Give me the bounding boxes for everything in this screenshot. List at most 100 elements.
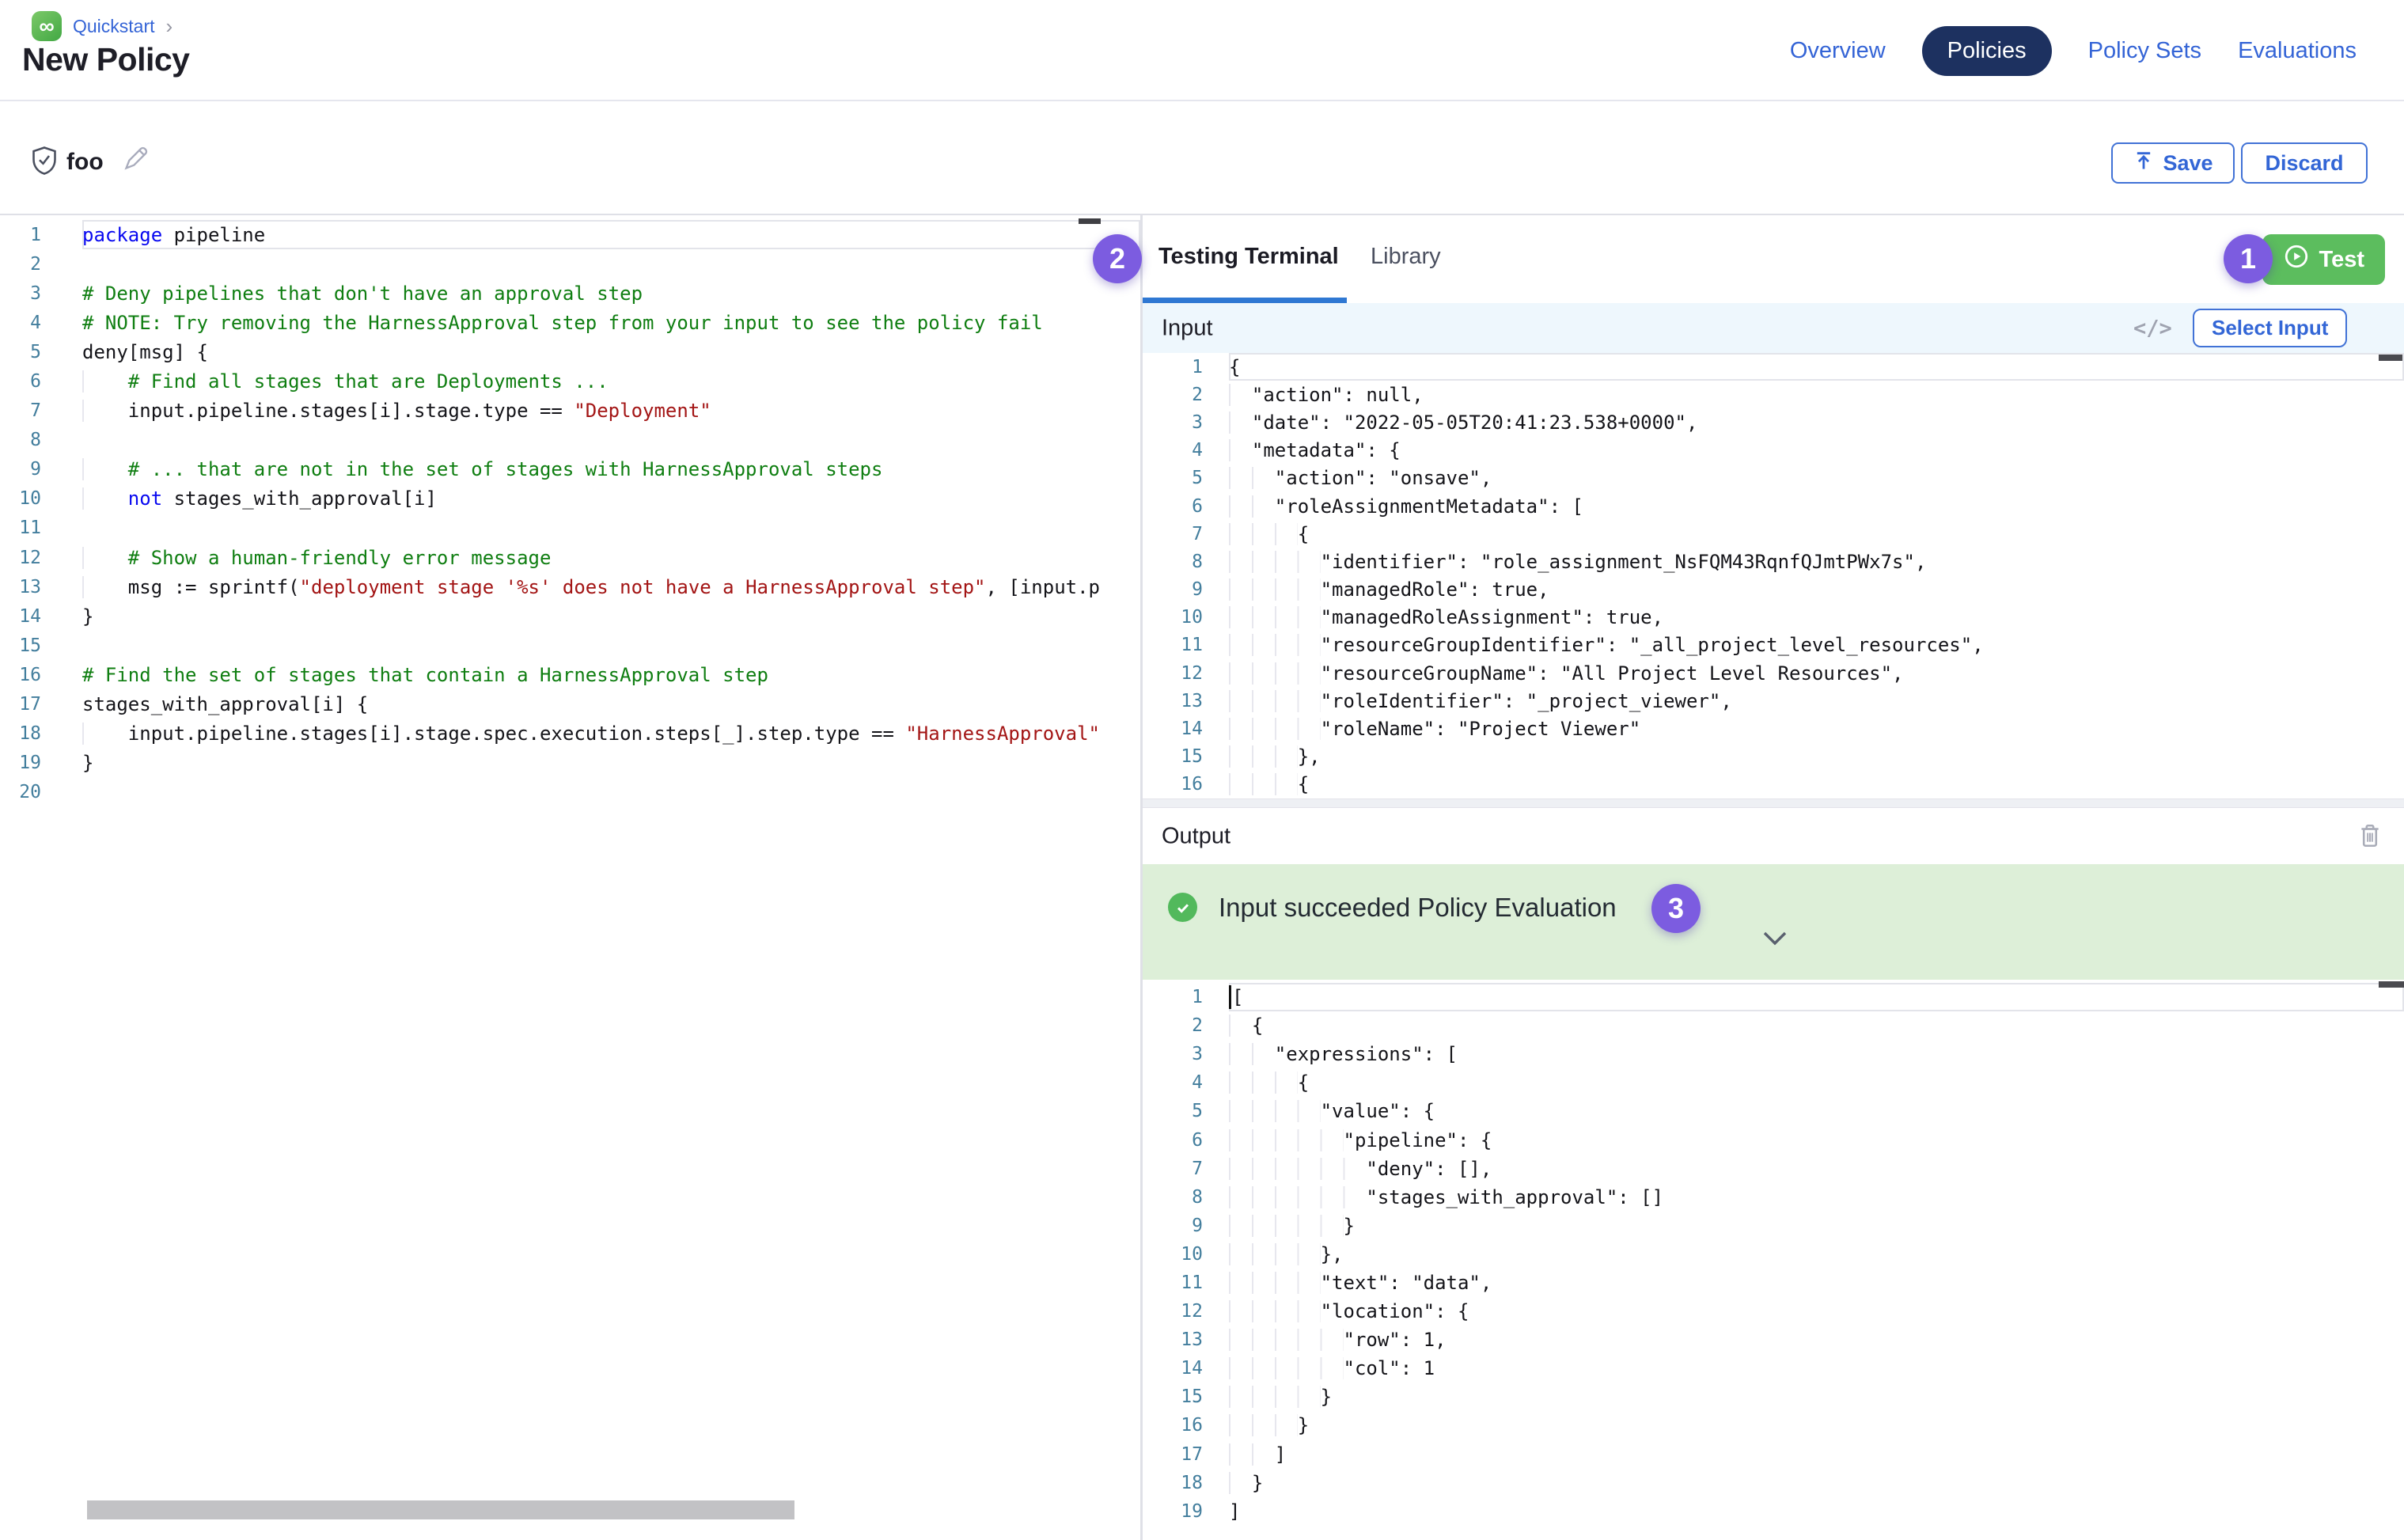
line-number: 12 [1143,1301,1203,1322]
code-line: 11 [0,514,1140,543]
tab-testing-terminal[interactable]: Testing Terminal [1158,244,1339,270]
line-number: 16 [1143,1415,1203,1436]
code-line: 14} [0,601,1140,631]
line-number: 3 [1143,1044,1203,1064]
line-number: 9 [1143,1216,1203,1236]
code-line: 5 "value": { [1143,1097,2404,1125]
edit-pencil-icon[interactable] [120,142,152,178]
code-line: 16# Find the set of stages that contain … [0,660,1140,689]
code-line: 15 [0,631,1140,660]
line-number: 1 [1143,987,1203,1007]
line-number: 15 [1143,746,1203,767]
line-number: 3 [1143,412,1203,433]
code-line: 14 "col": 1 [1143,1354,2404,1383]
input-editor[interactable]: 1{2 "action": null,3 "date": "2022-05-05… [1143,353,2404,798]
test-label: Test [2319,247,2364,273]
code-line: 18 input.pipeline.stages[i].stage.spec.e… [0,719,1140,749]
code-line: 16 } [1143,1411,2404,1439]
code-line: 10 not stages_with_approval[i] [0,484,1140,514]
chevron-down-icon[interactable] [1762,931,1788,950]
overview-ruler-mark [2379,981,2404,988]
policy-name: foo [66,149,104,176]
code-line: 8 "identifier": "role_assignment_NsFQM43… [1143,548,2404,575]
overview-ruler-mark [1079,218,1101,224]
harness-logo-icon: ∞ [32,11,62,41]
code-line: 3 "expressions": [ [1143,1040,2404,1068]
tab-evaluations[interactable]: Evaluations [2238,38,2357,64]
line-number: 7 [0,400,41,421]
line-number: 5 [1143,468,1203,488]
code-line: 20 [0,778,1140,807]
tab-policy-sets[interactable]: Policy Sets [2088,38,2201,64]
code-line: 1package pipeline [0,220,1140,249]
trash-icon[interactable] [2357,821,2383,855]
line-number: 15 [0,635,41,656]
code-line: 17 ] [1143,1440,2404,1469]
save-button[interactable]: Save [2111,142,2235,184]
code-line: 9 # ... that are not in the set of stage… [0,455,1140,484]
shield-check-icon [30,144,59,181]
discard-label: Discard [2265,151,2343,176]
code-line: 2 { [1143,1011,2404,1040]
line-number: 10 [1143,607,1203,628]
code-line: 10 }, [1143,1240,2404,1269]
tab-policies[interactable]: Policies [1922,26,2052,76]
header: ∞ Quickstart › New Policy Overview Polic… [0,0,2404,101]
line-number: 13 [1143,691,1203,711]
line-number: 11 [0,518,41,538]
line-number: 3 [0,283,41,304]
line-number: 8 [1143,1187,1203,1208]
line-number: 19 [1143,1501,1203,1522]
annotation-badge-2: 2 [1093,234,1142,283]
evaluation-status-text: Input succeeded Policy Evaluation [1219,893,1617,923]
line-number: 16 [0,665,41,685]
line-number: 17 [1143,1444,1203,1465]
line-number: 8 [0,430,41,450]
code-line: 5 "action": "onsave", [1143,465,2404,492]
horizontal-scrollbar[interactable] [87,1500,794,1519]
line-number: 6 [1143,496,1203,517]
code-line: 6 "roleAssignmentMetadata": [ [1143,492,2404,520]
select-input-button[interactable]: Select Input [2193,309,2347,347]
code-line: 19] [1143,1497,2404,1526]
code-line: 13 "row": 1, [1143,1326,2404,1354]
testing-panel: Testing Terminal Library Test Input </> … [1143,215,2404,1540]
code-line: 15 } [1143,1383,2404,1411]
line-number: 6 [1143,1130,1203,1151]
code-line: 8 [0,426,1140,455]
code-line: 2 "action": null, [1143,381,2404,408]
code-line: 12 "location": { [1143,1297,2404,1326]
code-line: 9 "managedRole": true, [1143,576,2404,604]
code-line: 7 input.pipeline.stages[i].stage.type ==… [0,396,1140,426]
code-line: 1{ [1143,353,2404,381]
code-line: 3 "date": "2022-05-05T20:41:23.538+0000"… [1143,408,2404,436]
code-line: 11 "resourceGroupIdentifier": "_all_proj… [1143,632,2404,659]
line-number: 9 [0,459,41,480]
output-editor[interactable]: 1[2 {3 "expressions": [4 {5 "value": {6 … [1143,980,2404,1540]
testing-panel-tabs: Testing Terminal Library Test [1143,215,2404,303]
discard-button[interactable]: Discard [2241,142,2368,184]
test-button[interactable]: Test [2262,234,2385,285]
breadcrumb-link-quickstart[interactable]: Quickstart [73,16,155,37]
line-number: 15 [1143,1386,1203,1407]
breadcrumb: ∞ Quickstart › [32,11,173,41]
line-number: 20 [0,782,41,802]
code-line: 3# Deny pipelines that don't have an app… [0,279,1140,308]
code-line: 4# NOTE: Try removing the HarnessApprova… [0,308,1140,337]
line-number: 1 [1143,357,1203,377]
output-section-header: Output [1143,808,2404,864]
line-number: 2 [1143,1015,1203,1036]
tab-overview[interactable]: Overview [1790,38,1886,64]
text-cursor [1229,985,1231,1009]
play-circle-icon [2283,243,2310,276]
line-number: 4 [1143,1072,1203,1093]
code-line: 14 "roleName": "Project Viewer" [1143,715,2404,742]
policy-toolbar: foo Save Discard [0,103,2404,214]
code-line: 13 msg := sprintf("deployment stage '%s'… [0,572,1140,601]
code-line: 11 "text": "data", [1143,1269,2404,1297]
line-number: 18 [0,723,41,744]
tab-library[interactable]: Library [1371,244,1441,270]
policy-code-editor[interactable]: 1package pipeline23# Deny pipelines that… [0,215,1140,1540]
line-number: 4 [0,313,41,333]
code-braces-icon[interactable]: </> [2133,316,2172,340]
